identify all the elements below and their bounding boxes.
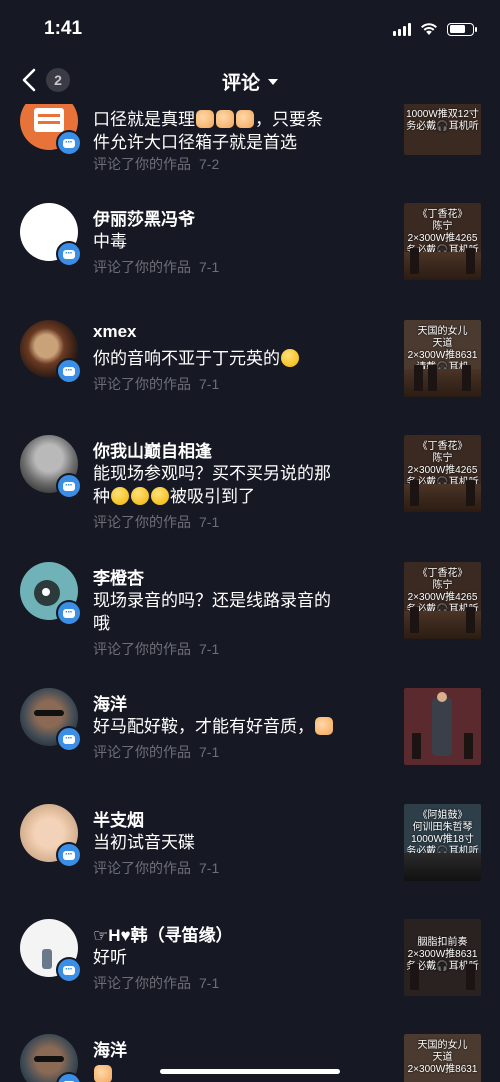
comment-meta: 评论了你的作品 7-1	[93, 514, 220, 530]
chat-bubble-icon	[56, 957, 82, 983]
cellular-signal-icon	[393, 22, 411, 36]
commenter-name[interactable]: 半支烟	[93, 806, 144, 831]
comment-list[interactable]: 口径就是真理，只要条件允许大口径箱子就是首选 评论了你的作品7-2 1000W推…	[0, 104, 500, 1082]
commenter-name[interactable]: 海洋	[93, 1036, 127, 1061]
comment-text: 口径就是真理 ，只要条 件允许大口径箱子就是首选	[93, 110, 323, 152]
avatar[interactable]	[20, 804, 82, 868]
comment-text: 能现场参观吗？买不买另说的那种被吸引到了	[93, 464, 331, 506]
thumbs-up-emoji-icon	[315, 717, 333, 735]
status-icons	[393, 22, 477, 36]
video-thumbnail[interactable]: 天国的女儿 天道 2×300W推8631 请戴🎧耳机	[404, 320, 481, 397]
video-thumbnail[interactable]: 《阿姐鼓》 何训田朱哲琴 1000W推18寸 务必戴🎧耳机听	[404, 804, 481, 881]
video-thumbnail[interactable]: 天国的女儿 天道 2×300W推8631	[404, 1034, 481, 1082]
video-thumbnail[interactable]: 《丁香花》 陈宁 2×300W推4265 务必戴🎧耳机听	[404, 562, 481, 639]
comment-meta: 评论了你的作品 7-1	[93, 975, 220, 991]
comment-text: 中毒	[93, 232, 127, 251]
pleading-face-emoji-icon	[131, 487, 149, 505]
wifi-icon	[421, 23, 437, 35]
commenter-name[interactable]: 李橙杏	[93, 564, 144, 589]
avatar[interactable]	[20, 919, 82, 983]
comment-meta: 评论了你的作品 7-1	[93, 860, 220, 876]
comment-text: 你的音响不亚于丁元英的	[93, 347, 363, 370]
chat-bubble-icon	[56, 358, 82, 384]
avatar[interactable]	[20, 203, 82, 267]
chat-bubble-icon	[56, 726, 82, 752]
page-title: 评论	[221, 73, 260, 94]
title-dropdown[interactable]: 评论	[0, 68, 500, 95]
avatar[interactable]	[20, 1034, 82, 1082]
rolling-laughing-emoji-icon	[281, 349, 299, 367]
avatar[interactable]	[20, 104, 82, 156]
commenter-name[interactable]: xmex	[93, 322, 136, 342]
commenter-name[interactable]: 你我山巅自相逢	[93, 437, 212, 462]
thumbs-up-emoji-icon	[196, 110, 214, 128]
thumbs-up-emoji-icon	[94, 1065, 112, 1082]
avatar[interactable]	[20, 688, 82, 752]
video-thumbnail[interactable]: 《丁香花》 陈宁 2×300W推4265 务必戴🎧耳机听	[404, 203, 481, 280]
battery-icon	[447, 22, 477, 36]
comment-meta: 评论了你的作品 7-1	[93, 259, 220, 275]
thumbs-up-emoji-icon	[216, 110, 234, 128]
chat-bubble-icon	[56, 130, 82, 156]
video-thumbnail[interactable]: 胭脂扣前奏 2×300W推8631 务必戴🎧耳机听	[404, 919, 481, 996]
commenter-name[interactable]: ☞H♥韩（寻笛缘）	[93, 921, 233, 946]
chat-bubble-icon	[56, 241, 82, 267]
video-thumbnail[interactable]: 1000W推双12寸 务必戴🎧耳机听	[404, 104, 481, 155]
video-thumbnail[interactable]	[404, 688, 481, 765]
video-thumbnail[interactable]: 《丁香花》 陈宁 2×300W推4265 务必戴🎧耳机听	[404, 435, 481, 512]
comment-meta: 评论了你的作品 7-2	[93, 156, 220, 172]
avatar[interactable]	[20, 435, 82, 499]
comment-text: 当初试音天碟	[93, 833, 195, 852]
status-bar: 1:41	[0, 0, 500, 58]
chat-bubble-icon	[56, 473, 82, 499]
status-time: 1:41	[44, 18, 83, 39]
avatar[interactable]	[20, 562, 82, 626]
thumbs-up-emoji-icon	[236, 110, 254, 128]
comment-meta: 评论了你的作品 7-1	[93, 641, 220, 657]
commenter-name[interactable]: 伊丽莎黑冯爷	[93, 205, 195, 230]
chat-bubble-icon	[56, 600, 82, 626]
home-indicator[interactable]	[160, 1069, 340, 1074]
commenter-name[interactable]: 海洋	[93, 690, 127, 715]
comment-text: 好马配好鞍，才能有好音质，	[93, 715, 363, 738]
comment-text: 好听	[93, 948, 127, 967]
comment-meta: 评论了你的作品 7-1	[93, 744, 220, 760]
caret-down-icon	[268, 78, 278, 85]
comment-text: 现场录音的吗？还是线路录音的哦	[93, 591, 331, 633]
pleading-face-emoji-icon	[111, 487, 129, 505]
pleading-face-emoji-icon	[151, 487, 169, 505]
chat-bubble-icon	[56, 842, 82, 868]
nav-bar: 2 评论	[0, 58, 500, 104]
comment-meta: 评论了你的作品 7-1	[93, 376, 220, 392]
avatar[interactable]	[20, 320, 82, 384]
